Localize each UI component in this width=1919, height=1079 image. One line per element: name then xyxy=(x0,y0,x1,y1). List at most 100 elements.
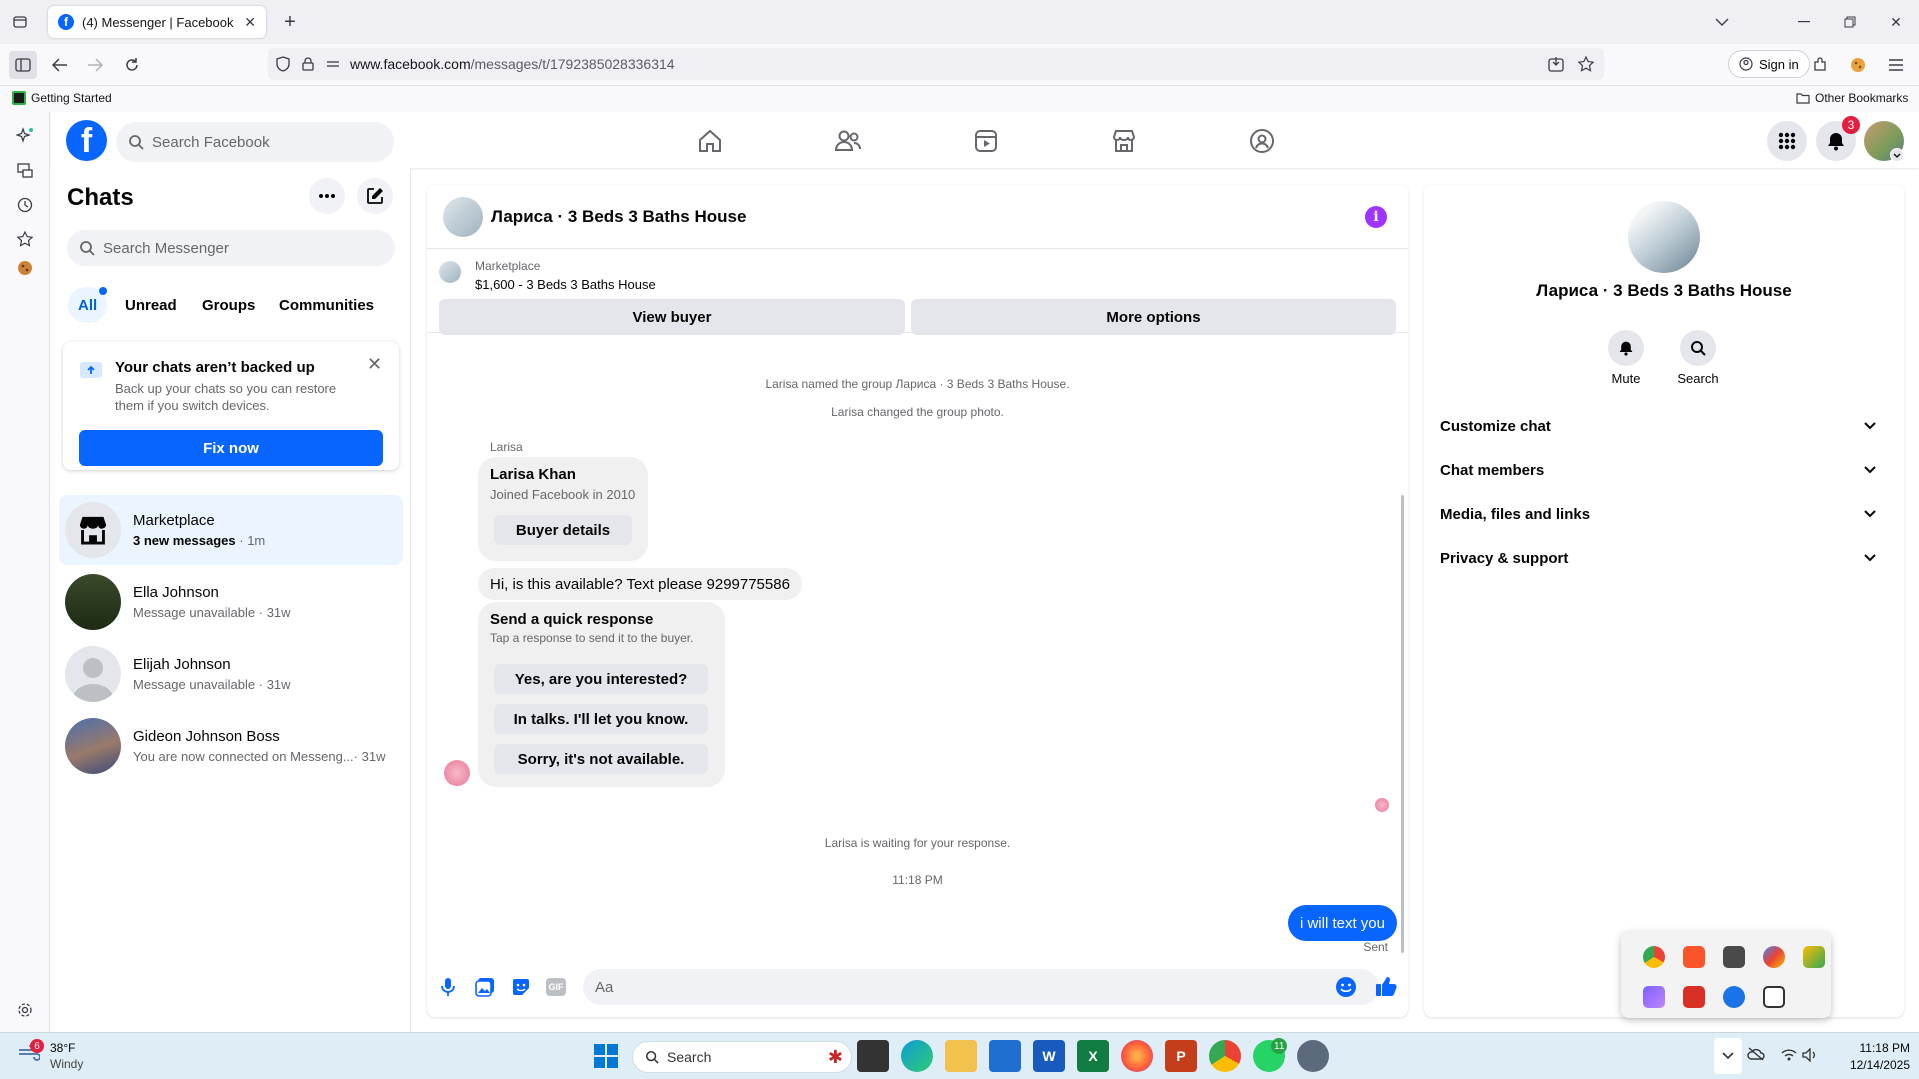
sign-in-button[interactable]: Sign in xyxy=(1728,50,1810,78)
conversation-avatar[interactable] xyxy=(443,197,483,237)
cookie-extension-icon[interactable] xyxy=(1844,51,1872,79)
fix-now-button[interactable]: Fix now xyxy=(79,430,383,466)
message-scrollbar[interactable] xyxy=(1401,495,1404,953)
bookmarks-star-icon[interactable] xyxy=(11,225,39,253)
forward-arrow-icon[interactable] xyxy=(81,51,109,79)
volume-icon[interactable] xyxy=(1802,1048,1818,1062)
save-page-icon[interactable] xyxy=(1548,56,1564,72)
edge-icon[interactable] xyxy=(901,1040,933,1072)
pen-tray-icon[interactable] xyxy=(1643,986,1665,1008)
nav-groups[interactable] xyxy=(1206,118,1318,164)
history-icon[interactable] xyxy=(11,191,39,219)
menu-grid-button[interactable] xyxy=(1767,121,1807,161)
filter-tab-communities[interactable]: Communities xyxy=(269,287,384,323)
ai-sparkle-icon[interactable] xyxy=(11,122,39,150)
drive-tray-icon[interactable] xyxy=(1803,946,1825,968)
conversation-title[interactable]: Лариса · 3 Beds 3 Baths House xyxy=(491,207,746,227)
messenger-search-input[interactable]: Search Messenger xyxy=(67,230,395,266)
quick-reply-button[interactable]: In talks. I'll let you know. xyxy=(494,704,708,734)
synced-tabs-icon[interactable] xyxy=(11,156,39,184)
group-photo[interactable] xyxy=(1628,201,1700,273)
chat-item-ella-johnson[interactable]: Ella Johnson Message unavailable · 31w xyxy=(59,567,403,637)
new-message-button[interactable] xyxy=(357,178,393,214)
eject-tray-icon[interactable] xyxy=(1763,986,1785,1008)
thumbs-up-icon[interactable] xyxy=(1375,975,1397,997)
quick-reply-button[interactable]: Yes, are you interested? xyxy=(494,664,708,694)
sticker-icon[interactable] xyxy=(511,977,531,997)
extensions-icon[interactable] xyxy=(1806,51,1834,79)
word-icon[interactable]: W xyxy=(1033,1040,1065,1072)
customize-chat-section[interactable]: Customize chat xyxy=(1440,404,1888,448)
bookmark-star-icon[interactable] xyxy=(1578,56,1594,72)
microphone-icon[interactable] xyxy=(440,977,456,997)
gif-icon[interactable]: GIF xyxy=(546,978,566,996)
task-view-icon[interactable] xyxy=(857,1040,889,1072)
file-explorer-icon[interactable] xyxy=(945,1040,977,1072)
wifi-icon[interactable] xyxy=(1781,1049,1797,1061)
taskbar-search-input[interactable]: Search ✱ xyxy=(632,1041,852,1073)
windows-start-icon[interactable] xyxy=(594,1044,618,1068)
nav-home[interactable] xyxy=(654,118,766,164)
info-icon[interactable]: i xyxy=(1365,206,1387,228)
chevron-down-icon[interactable] xyxy=(1708,8,1736,36)
menu-icon[interactable] xyxy=(1882,51,1910,79)
listing-title[interactable]: $1,600 - 3 Beds 3 Baths House xyxy=(475,277,656,292)
account-chevron-icon[interactable] xyxy=(1890,148,1904,162)
firefox-icon[interactable] xyxy=(1121,1040,1153,1072)
minimize-window-icon[interactable] xyxy=(1790,8,1818,36)
security-tray-icon[interactable] xyxy=(1723,986,1745,1008)
tab-list-icon[interactable] xyxy=(6,8,34,36)
nav-video[interactable] xyxy=(930,118,1042,164)
buyer-details-button[interactable]: Buyer details xyxy=(494,515,632,545)
photo-icon[interactable] xyxy=(475,977,495,997)
close-icon[interactable]: ✕ xyxy=(367,354,382,375)
bookmark-other[interactable]: Other Bookmarks xyxy=(1796,91,1908,105)
app-icon[interactable] xyxy=(1297,1040,1329,1072)
chrome-icon[interactable] xyxy=(1209,1040,1241,1072)
emoji-icon[interactable] xyxy=(1335,976,1357,998)
app-tray-icon[interactable] xyxy=(1763,946,1785,968)
cookie-icon[interactable] xyxy=(11,254,39,282)
chat-item-marketplace[interactable]: Marketplace 3 new messages · 1m xyxy=(59,495,403,565)
permissions-icon[interactable] xyxy=(326,59,340,69)
sidebar-toggle-icon[interactable] xyxy=(9,51,37,79)
tray-overflow-button[interactable] xyxy=(1714,1038,1742,1074)
back-arrow-icon[interactable] xyxy=(46,51,74,79)
pdf-tray-icon[interactable] xyxy=(1683,986,1705,1008)
bookmark-getting-started[interactable]: Getting Started xyxy=(12,91,112,105)
view-buyer-button[interactable]: View buyer xyxy=(439,299,905,335)
powerpoint-icon[interactable]: P xyxy=(1165,1040,1197,1072)
search-in-conversation-button[interactable] xyxy=(1680,330,1716,366)
settings-gear-icon[interactable] xyxy=(11,996,39,1024)
clock-time[interactable]: 11:18 PM xyxy=(1830,1041,1910,1055)
chat-members-section[interactable]: Chat members xyxy=(1440,448,1888,492)
quick-reply-button[interactable]: Sorry, it's not available. xyxy=(494,744,708,774)
message-input[interactable]: Aa xyxy=(583,969,1379,1005)
filter-tab-groups[interactable]: Groups xyxy=(192,287,265,323)
lock-icon[interactable] xyxy=(302,57,314,71)
weather-desc[interactable]: Windy xyxy=(50,1057,83,1071)
facebook-search-input[interactable]: Search Facebook xyxy=(116,122,394,162)
nav-friends[interactable] xyxy=(792,118,904,164)
weather-temp[interactable]: 38°F xyxy=(50,1041,75,1055)
clock-date[interactable]: 12/14/2025 xyxy=(1830,1058,1910,1072)
url-bar[interactable]: www.facebook.com/messages/t/179238502833… xyxy=(268,48,1604,80)
nav-marketplace[interactable] xyxy=(1068,118,1180,164)
brave-tray-icon[interactable] xyxy=(1683,946,1705,968)
shield-icon[interactable] xyxy=(276,56,290,72)
chrome-tray-icon[interactable] xyxy=(1643,946,1665,968)
media-files-links-section[interactable]: Media, files and links xyxy=(1440,492,1888,536)
filter-tab-unread[interactable]: Unread xyxy=(115,287,187,323)
mute-button[interactable] xyxy=(1608,330,1644,366)
more-options-button[interactable]: More options xyxy=(911,299,1396,335)
cloud-offline-icon[interactable] xyxy=(1747,1047,1765,1061)
browser-tab-active[interactable]: f (4) Messenger | Facebook ✕ xyxy=(48,6,266,38)
excel-icon[interactable]: X xyxy=(1077,1040,1109,1072)
store-icon[interactable] xyxy=(989,1040,1021,1072)
close-window-icon[interactable]: ✕ xyxy=(1882,8,1910,36)
new-tab-icon[interactable]: + xyxy=(276,8,304,36)
chat-item-elijah-johnson[interactable]: Elijah Johnson Message unavailable · 31w xyxy=(59,639,403,709)
usb-tray-icon[interactable] xyxy=(1723,946,1745,968)
chats-options-button[interactable] xyxy=(309,178,345,214)
reload-icon[interactable] xyxy=(118,51,146,79)
